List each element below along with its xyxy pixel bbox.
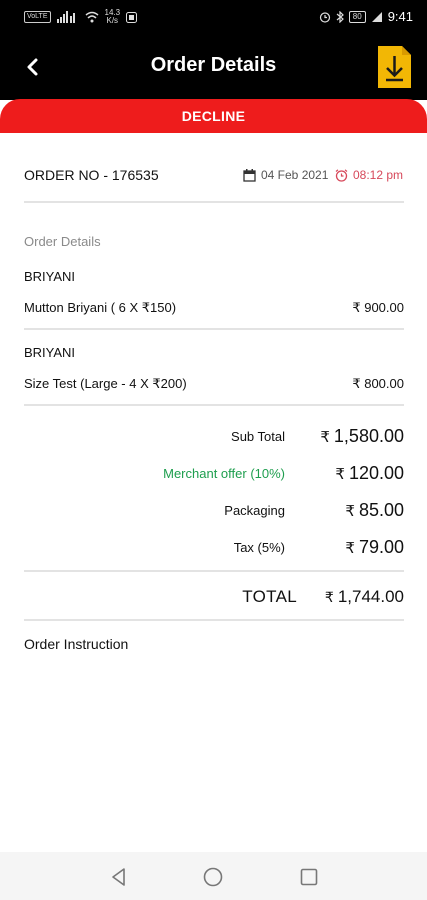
- status-bar-right: 80 9:41: [319, 9, 413, 24]
- total-value: ₹1,744.00: [325, 587, 404, 607]
- currency-symbol: ₹: [345, 540, 355, 557]
- item-name: Mutton Briyani ( 6 X ₹150): [24, 300, 177, 315]
- tax-label: Tax (5%): [233, 540, 285, 555]
- signal-icon: [56, 11, 75, 23]
- currency-symbol: ₹: [345, 503, 355, 520]
- divider: [24, 201, 404, 203]
- notification-icon: [126, 11, 138, 23]
- download-invoice-button[interactable]: [378, 46, 411, 88]
- merchant-offer-amount: 120.00: [348, 463, 404, 483]
- triangle-back-icon: [112, 868, 125, 886]
- page-title: Order Details: [150, 54, 277, 76]
- divider: [24, 404, 404, 406]
- item-category: BRIYANI: [24, 345, 76, 360]
- sub-total-label: Sub Total: [231, 429, 285, 444]
- tax-amount: 79.00: [358, 537, 404, 557]
- packaging-label: Packaging: [224, 503, 285, 518]
- order-date: 04 Feb 2021: [243, 168, 328, 182]
- bluetooth-icon: [336, 10, 344, 23]
- sub-total-value: ₹1,580.00: [320, 426, 404, 447]
- tax-value: ₹79.00: [345, 537, 404, 558]
- square-recents-icon: [300, 868, 318, 886]
- nav-home-button[interactable]: [202, 866, 224, 888]
- nav-back-button[interactable]: [108, 866, 130, 888]
- divider: [24, 328, 404, 330]
- packaging-value: ₹85.00: [345, 500, 404, 521]
- data-speed: 14.3 K/s: [105, 9, 121, 25]
- item-category: BRIYANI: [24, 269, 76, 284]
- sub-total-amount: 1,580.00: [333, 426, 404, 446]
- system-nav-bar: [0, 852, 427, 900]
- item-name: Size Test (Large - 4 X ₹200): [24, 376, 187, 391]
- section-title: Order Details: [24, 234, 101, 249]
- order-number: ORDER NO - 176535: [24, 167, 159, 183]
- total-label: TOTAL: [242, 587, 297, 606]
- item-price: ₹ 900.00: [352, 300, 404, 315]
- item-price: ₹ 800.00: [352, 376, 404, 391]
- order-time-text: 08:12 pm: [353, 168, 404, 182]
- order-instruction-label: Order Instruction: [24, 636, 129, 652]
- currency-symbol: ₹: [320, 429, 330, 446]
- order-time: 08:12 pm: [335, 168, 403, 182]
- merchant-offer-label: Merchant offer (10%): [163, 466, 285, 481]
- data-speed-unit: K/s: [106, 16, 119, 25]
- signal-strength-icon: [371, 11, 382, 22]
- status-bar: VoLTE 14.3 K/s 80 9:41: [0, 0, 427, 34]
- currency-symbol: ₹: [335, 466, 345, 483]
- clock: 9:41: [387, 9, 413, 24]
- calendar-icon: [243, 168, 256, 182]
- circle-home-icon: [203, 867, 223, 887]
- alarm-icon: [319, 11, 330, 23]
- currency-symbol: ₹: [324, 589, 334, 605]
- download-file-icon: [378, 46, 411, 88]
- status-bar-left: VoLTE 14.3 K/s: [24, 9, 138, 25]
- order-date-text: 04 Feb 2021: [261, 168, 329, 182]
- divider: [24, 619, 404, 621]
- alarm-clock-icon: [335, 168, 348, 182]
- battery-icon: 80: [348, 10, 366, 23]
- app-header: Order Details: [0, 34, 427, 100]
- nav-recents-button[interactable]: [298, 866, 320, 888]
- decline-button[interactable]: DECLINE: [0, 99, 427, 133]
- network-badge: VoLTE: [24, 11, 51, 23]
- packaging-amount: 85.00: [358, 500, 404, 520]
- merchant-offer-value: ₹120.00: [335, 463, 404, 484]
- divider: [24, 570, 404, 572]
- total-amount: 1,744.00: [337, 587, 404, 606]
- order-info-row: ORDER NO - 176535 04 Feb 2021 08:12 pm: [24, 167, 404, 187]
- wifi-icon: [85, 11, 98, 23]
